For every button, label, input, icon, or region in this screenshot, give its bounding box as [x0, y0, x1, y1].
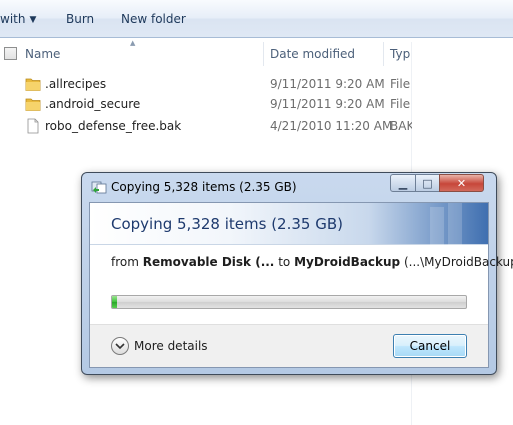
file-type: File — [390, 77, 411, 91]
file-icon — [27, 118, 39, 134]
dialog-title: Copying 5,328 items (2.35 GB) — [111, 180, 297, 194]
destination-location[interactable]: MyDroidBackup — [294, 255, 400, 269]
column-header: ▲ Name Date modified Typ — [0, 39, 513, 66]
list-item[interactable]: .allrecipes 9/11/2011 9:20 AM File — [0, 74, 513, 94]
dialog-content: Copying 5,328 items (2.35 GB) from Remov… — [89, 202, 513, 368]
select-all-checkbox[interactable] — [4, 47, 17, 60]
destination-path: (...\MyDroidBackup) — [403, 255, 513, 269]
column-divider[interactable] — [383, 42, 384, 66]
maximize-button[interactable]: □ — [415, 174, 440, 192]
column-name[interactable]: Name — [25, 47, 60, 61]
copy-detail-line: from Removable Disk (... to MyDroidBacku… — [111, 255, 513, 269]
expand-chevron-icon — [111, 337, 129, 355]
file-date: 4/21/2010 11:20 AM — [270, 119, 393, 133]
folder-icon — [25, 98, 41, 111]
file-type: File — [390, 97, 411, 111]
column-type[interactable]: Typ — [390, 47, 410, 61]
list-item[interactable]: robo_defense_free.bak 4/21/2010 11:20 AM… — [0, 116, 513, 136]
column-date-modified[interactable]: Date modified — [270, 47, 355, 61]
file-date: 9/11/2011 9:20 AM — [270, 97, 385, 111]
more-details-label: More details — [134, 339, 208, 353]
dialog-footer: More details Cancel — [90, 324, 488, 367]
file-name: .android_secure — [45, 97, 141, 111]
close-icon: ✕ — [456, 177, 467, 190]
organize-label: with — [0, 12, 26, 26]
dialog-banner: Copying 5,328 items (2.35 GB) — [90, 203, 488, 245]
file-type: BAK — [390, 119, 412, 133]
close-button[interactable]: ✕ — [439, 174, 484, 192]
source-location[interactable]: Removable Disk (... — [143, 255, 275, 269]
maximize-icon: □ — [422, 177, 433, 190]
file-name: robo_defense_free.bak — [45, 119, 182, 133]
dialog-heading: Copying 5,328 items (2.35 GB) — [111, 215, 343, 233]
progress-bar — [111, 295, 467, 309]
minimize-icon: ▁ — [398, 177, 408, 190]
copy-dialog: Copying 5,328 items (2.35 GB) ▁ □ ✕ Copy… — [81, 172, 513, 375]
progress-fill — [112, 296, 118, 308]
copy-icon — [91, 181, 107, 194]
burn-button[interactable]: Burn — [66, 11, 94, 27]
to-label: to — [278, 255, 291, 269]
file-date: 9/11/2011 9:20 AM — [270, 77, 385, 91]
minimize-button[interactable]: ▁ — [390, 174, 416, 192]
explorer-toolbar: with ▼ Burn New folder — [0, 0, 513, 38]
list-item[interactable]: .android_secure 9/11/2011 9:20 AM File — [0, 94, 513, 114]
banner-decoration — [448, 203, 462, 245]
folder-icon — [25, 78, 41, 91]
from-label: from — [111, 255, 139, 269]
cancel-button[interactable]: Cancel — [393, 334, 467, 358]
new-folder-button[interactable]: New folder — [121, 11, 186, 27]
banner-decoration — [430, 207, 444, 245]
file-name: .allrecipes — [45, 77, 107, 91]
chevron-down-icon: ▼ — [29, 15, 37, 25]
organize-button[interactable]: with ▼ — [0, 11, 36, 27]
column-divider[interactable] — [263, 42, 264, 66]
sort-caret-icon: ▲ — [130, 39, 136, 47]
